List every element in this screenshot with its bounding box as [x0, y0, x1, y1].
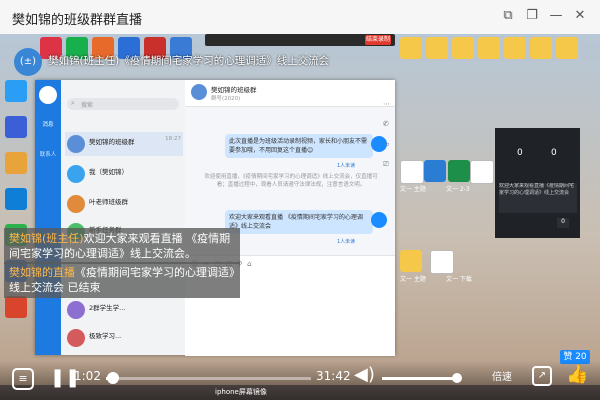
chat-side-toolbar: ⋯ ✆ ▭ ⎚ [383, 94, 393, 224]
conversation-name: 樊如锦的班级群 [89, 138, 135, 146]
file-label: 文一 主题 [400, 276, 426, 283]
chat-message: 此次直播是为班级活动录制视频，家长和小朋友不需要参加哦，不用回复这个直播😊 [225, 134, 373, 158]
list-item[interactable]: 樊如锦的班级群 18:27 [65, 132, 183, 156]
folder-icon[interactable] [530, 37, 552, 59]
like-icon[interactable]: 👍 [566, 364, 588, 385]
search-placeholder: 搜索 [81, 102, 94, 109]
file-label: 文一 下载 [446, 276, 472, 283]
system-notice: 欢迎使用直播，《疫情期间宅家学习的心理调适》线上交流会，仅直播可看；直播过程中，… [204, 174, 378, 188]
side-panel-message: 欢迎大家来观看直播《疫情期间宅家学习的心理调适》线上交流会 [499, 183, 577, 213]
volume-slider[interactable] [382, 377, 454, 380]
excel-icon[interactable] [448, 160, 470, 182]
window-title: 樊如锦的班级群群直播 [12, 13, 143, 28]
folder-icon[interactable] [556, 37, 578, 59]
document-icon[interactable] [400, 160, 424, 184]
count-value: 0 [517, 148, 523, 158]
avatar[interactable] [39, 86, 57, 104]
progress-handle[interactable] [106, 372, 119, 384]
total-time: 31:42 [316, 369, 351, 383]
taskbar-item[interactable]: iphone屏幕镜像 [215, 387, 267, 397]
chat-header: 樊如锦的班级群 群号(2020) [185, 80, 395, 107]
folder-icon[interactable] [400, 37, 422, 59]
danmaku-toggle-icon[interactable]: ≡ [12, 368, 34, 390]
conversation-name: 我（樊如锦） [89, 168, 128, 176]
qq-window: 消息 联系人 ⌕ 搜索 樊如锦的班级群 18:27 我（樊如锦） 叶老师班级群 … [35, 80, 395, 356]
conversation-name: 极致学习... [89, 332, 122, 340]
folder-icon[interactable] [504, 37, 526, 59]
close-icon[interactable]: ✕ [572, 8, 588, 24]
count-value: 0 [551, 148, 557, 158]
folder-icon[interactable] [452, 37, 474, 59]
avatar [67, 165, 85, 183]
conversation-name: 叶老师班级群 [89, 198, 128, 206]
search-input[interactable]: ⌕ 搜索 [67, 98, 179, 110]
conversation-list: ⌕ 搜索 樊如锦的班级群 18:27 我（樊如锦） 叶老师班级群 新手任务群 2… [61, 80, 185, 355]
qq-nav-bar: 消息 联系人 [35, 80, 61, 355]
read-status: 1人未读 [337, 239, 356, 245]
document-icon[interactable] [430, 250, 454, 274]
browser-icon[interactable] [5, 80, 27, 102]
avatar [67, 329, 85, 347]
badge: 0 [557, 218, 569, 228]
avatar[interactable]: (±) [14, 48, 42, 76]
current-time: 1:02 [74, 369, 101, 383]
nav-contacts[interactable]: 联系人 [37, 150, 59, 158]
list-item[interactable]: 2群学生学... [65, 298, 183, 322]
file-label: 文一 主题 [400, 186, 426, 193]
live-comment: 樊如锦(班主任)欢迎大家来观看直播 《疫情期间宅家学习的心理调适》线上交流会。 [4, 228, 240, 264]
folder-icon[interactable] [478, 37, 500, 59]
speed-button[interactable]: 倍速 [484, 369, 520, 387]
chat-title: 樊如锦的班级群 [211, 86, 257, 94]
volume-handle[interactable] [452, 373, 462, 383]
word-icon[interactable] [424, 160, 446, 182]
stop-recording-button[interactable]: 结束录制 [365, 35, 391, 45]
screen-recorder-toolbar: 结束录制 [205, 34, 395, 46]
volume-icon[interactable]: ◀) [354, 364, 375, 385]
more-icon[interactable]: ⋯ [383, 94, 393, 114]
chat-message: 欢迎大家来观看直播 《疫情期间宅家学习的心理调适》线上交流会 [225, 210, 373, 234]
desktop-file-icons-2: 文一 主题 文一 下载 [400, 250, 490, 290]
app-icon-2[interactable] [5, 152, 27, 174]
taskbar: iphone屏幕镜像 [0, 385, 600, 400]
list-item[interactable]: 极致学习... [65, 326, 183, 350]
document-icon[interactable] [470, 160, 494, 184]
live-headline: 樊如锦(班主任)《疫情期间宅家学习的心理调适》线上交流会 [48, 55, 330, 67]
folder-icon[interactable] [426, 37, 448, 59]
phone-icon[interactable]: ✆ [383, 114, 393, 134]
avatar [191, 84, 207, 100]
progress-track[interactable] [106, 377, 311, 380]
desktop-top-icons-right [400, 37, 598, 59]
list-item[interactable]: 我（樊如锦） [65, 162, 183, 186]
window-titlebar: 樊如锦的班级群群直播 ⧉ ❐ — ✕ [0, 0, 600, 35]
desktop-file-icons: 文一 主题 文一 2-3 [400, 150, 494, 210]
file-label: 文一 2-3 [446, 186, 470, 193]
conversation-name: 2群学生学... [89, 304, 126, 312]
comment-author: 樊如锦的直播 [9, 266, 75, 279]
conversation-time: 18:27 [165, 136, 181, 142]
share-icon[interactable]: ↗ [532, 366, 552, 386]
nav-messages[interactable]: 消息 [37, 120, 59, 128]
read-status: 1人未读 [337, 163, 356, 169]
search-icon: ⌕ [71, 99, 75, 107]
live-side-panel: 0 0 欢迎大家来观看直播《疫情期间宅家学习的心理调适》线上交流会 0 [495, 128, 580, 238]
folder-icon[interactable] [400, 250, 422, 272]
minimize-icon[interactable]: — [548, 8, 564, 24]
copy-icon[interactable]: ❐ [524, 8, 540, 24]
avatar [67, 135, 85, 153]
chat-subtitle: 群号(2020) [211, 96, 241, 102]
avatar [67, 195, 85, 213]
comment-author: 樊如锦(班主任) [9, 232, 84, 245]
list-item[interactable]: 叶老师班级群 [65, 192, 183, 216]
video-icon[interactable]: ▭ [383, 134, 393, 154]
app-icon[interactable] [5, 116, 27, 138]
app-icon-5[interactable] [5, 296, 27, 318]
avatar [67, 301, 85, 319]
screen-icon[interactable]: ⎚ [383, 154, 393, 174]
chat-panel: 樊如锦的班级群 群号(2020) 此次直播是为班级活动录制视频，家长和小朋友不需… [185, 80, 395, 356]
restore-icon[interactable]: ⧉ [500, 8, 516, 24]
edge-icon[interactable] [5, 188, 27, 210]
live-comment: 樊如锦的直播《疫情期间宅家学习的心理调适》线上交流会 已结束 [4, 262, 240, 298]
